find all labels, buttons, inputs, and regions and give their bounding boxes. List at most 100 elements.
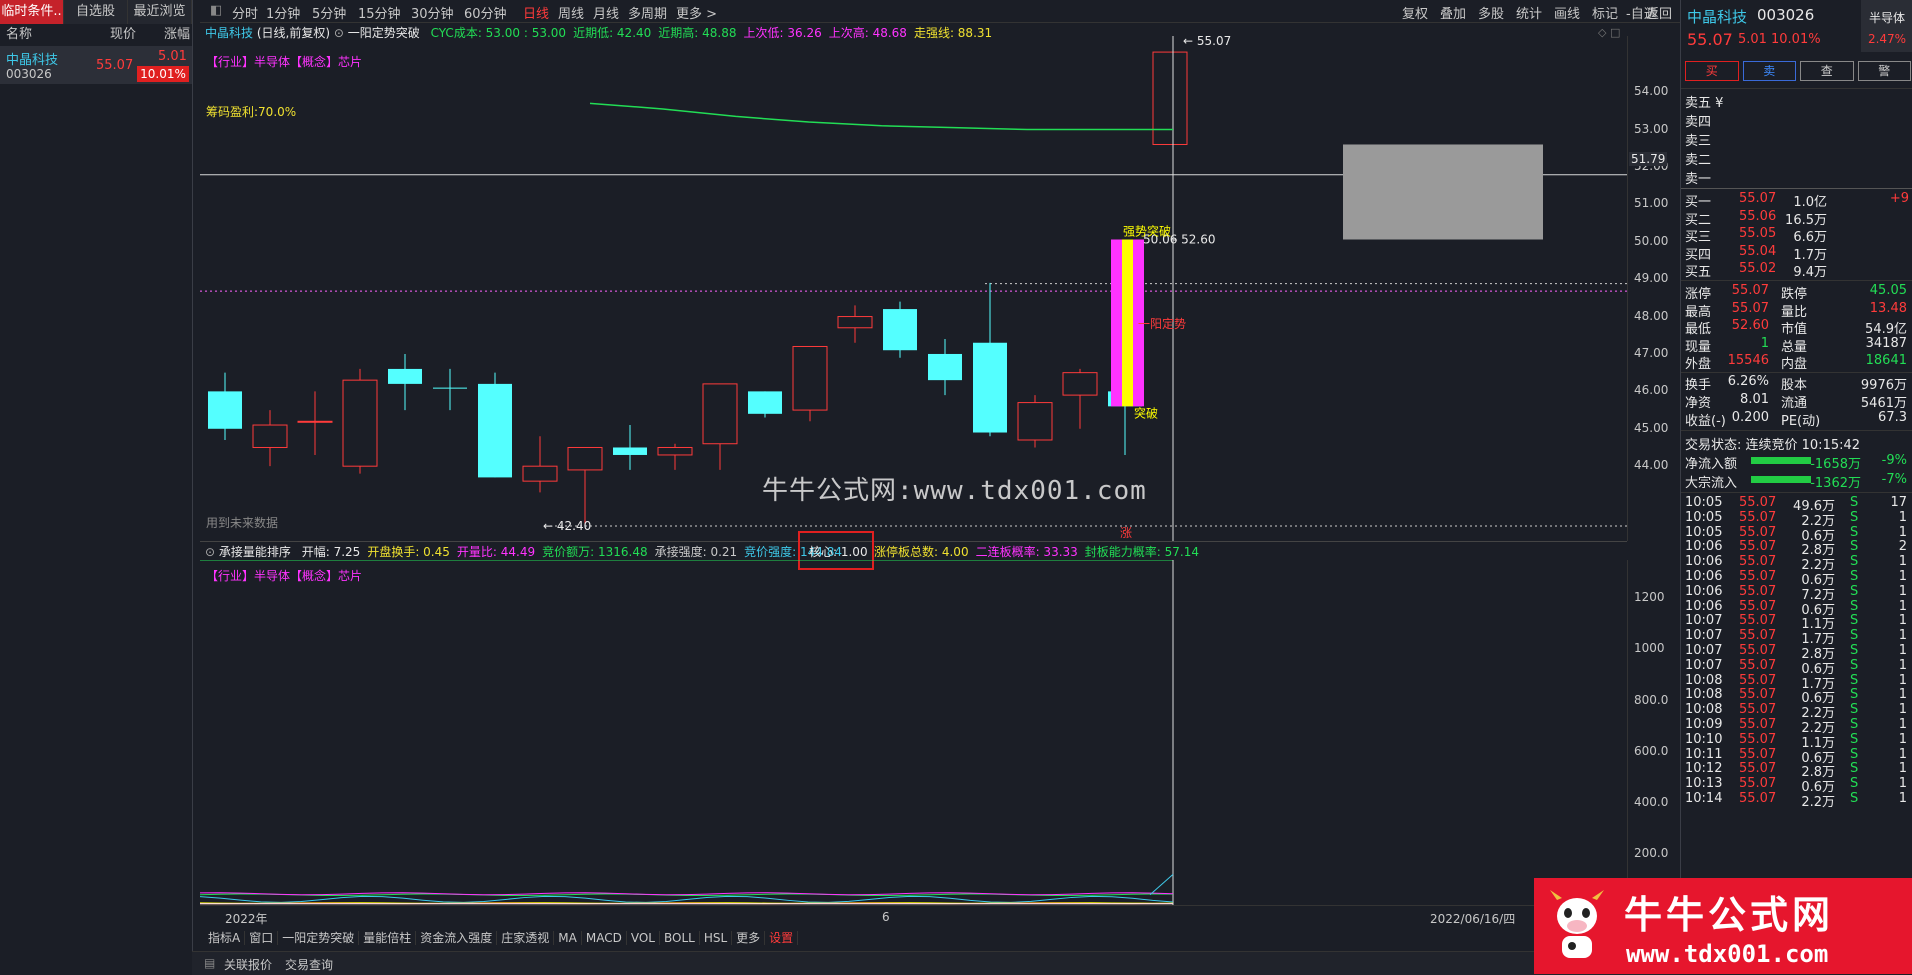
tab-more[interactable]: 更多 >: [676, 3, 717, 22]
quote-price: 55.07: [1687, 30, 1733, 49]
buy-level: 买一 55.07 1.0亿 +9: [1685, 191, 1911, 210]
indicator-tab[interactable]: MACD: [581, 931, 627, 945]
col-name[interactable]: 名称: [0, 24, 66, 46]
indicator-tab[interactable]: 量能倍柱: [359, 931, 417, 945]
buy-level: 买二 55.06 16.5万: [1685, 209, 1911, 228]
quote-value: 8.01: [1740, 392, 1769, 407]
alert-button[interactable]: 警: [1857, 61, 1911, 81]
indicator-tab[interactable]: VOL: [626, 931, 660, 945]
tick-side: S: [1850, 524, 1859, 540]
sub-stat-4: 承接强度: 0.21: [654, 545, 738, 559]
tab-60min[interactable]: 60分钟: [464, 3, 507, 22]
tab-watchlist[interactable]: 自选股: [64, 0, 128, 24]
tick-count: 1: [1898, 613, 1907, 629]
price-tick: 53.00: [1634, 121, 1669, 136]
low-price-label: ← 42.40: [543, 519, 591, 533]
tick-time: 10:14: [1685, 790, 1723, 806]
candle: [342, 368, 378, 474]
tick-count: 1: [1898, 776, 1907, 792]
btn-overlay[interactable]: 叠加: [1440, 3, 1466, 22]
tab-fenshi[interactable]: 分时: [232, 3, 258, 22]
btn-mark[interactable]: 标记: [1592, 3, 1618, 22]
indicator-tab[interactable]: 窗口: [245, 931, 279, 945]
tick-row: 10:07 55.07 2.8万 S 1: [1685, 643, 1911, 662]
tab-multi-period[interactable]: 多周期: [628, 3, 667, 22]
tab-weekly[interactable]: 周线: [558, 3, 584, 22]
box-price-label: - 52.60: [1173, 232, 1216, 246]
tab-monthly[interactable]: 月线: [593, 3, 619, 22]
tick-side: S: [1850, 583, 1859, 599]
tick-price: 55.07: [1739, 790, 1777, 806]
tick-row: 10:06 55.07 0.6万 S 1: [1685, 568, 1911, 588]
tick-price: 55.07: [1739, 598, 1777, 614]
strong-break-label: 强势突破: [1123, 223, 1171, 238]
tick-time: 10:06: [1685, 539, 1723, 555]
tick-count: 1: [1898, 761, 1907, 777]
sub-indicator-name[interactable]: 承接量能排序: [219, 545, 291, 559]
tab-15min[interactable]: 15分钟: [358, 3, 401, 22]
candle: [657, 443, 693, 470]
tab-trade-query[interactable]: 交易查询: [285, 956, 333, 973]
tab-daily[interactable]: 日线: [523, 3, 549, 22]
sub-indicator-toggle-icon[interactable]: ⊙: [205, 545, 215, 559]
sub-stat2-1: 二连板概率: 33.33: [975, 545, 1078, 559]
tick-time: 10:07: [1685, 628, 1723, 644]
tab-5min[interactable]: 5分钟: [312, 3, 346, 22]
list-item[interactable]: 中晶科技 003026 55.07 5.01 10.01%: [0, 46, 192, 84]
quote-value: 55.07: [1731, 300, 1769, 316]
sub-stat-0: 开幅: 7.25: [301, 545, 361, 559]
menu-icon[interactable]: ▤: [204, 956, 215, 970]
btn-stats[interactable]: 统计: [1516, 3, 1542, 22]
indicator-tab[interactable]: 设置: [765, 931, 799, 945]
sell-level-label: 卖五 ¥: [1685, 96, 1724, 111]
indicator-tab[interactable]: 庄家透视: [497, 931, 555, 945]
collapse-icon[interactable]: ◧: [210, 3, 222, 18]
indicator-tab[interactable]: 资金流入强度: [416, 931, 498, 945]
tab-30min[interactable]: 30分钟: [411, 3, 454, 22]
sub-stat-1: 开盘换手: 0.45: [367, 545, 450, 559]
tab-linked-quote[interactable]: 关联报价: [224, 956, 272, 973]
tick-list[interactable]: 10:05 55.07 49.6万 S 17 10:05 55.07 2.2万 S 1 10:05 5…: [1685, 495, 1911, 810]
indicator-tab[interactable]: MA: [554, 931, 582, 945]
quote-row: 最低 52.60 市值 54.9亿: [1685, 318, 1911, 337]
indicator-tab[interactable]: 指标A: [204, 931, 246, 945]
tick-count: 1: [1898, 554, 1907, 570]
tick-row: 10:06 55.07 7.2万 S 1: [1685, 583, 1911, 603]
quote-value: 0.200: [1731, 410, 1769, 425]
indicator-tab[interactable]: BOLL: [659, 931, 700, 945]
tick-time: 10:06: [1685, 568, 1723, 584]
tick-count: 1: [1898, 731, 1907, 747]
col-price[interactable]: 现价: [66, 24, 136, 46]
candlestick-chart[interactable]: ← 55.07← 42.4050.06- 52.60强势突破一阳定势突破涨: [200, 36, 1627, 541]
buy-button[interactable]: 买: [1685, 61, 1739, 81]
indicator-tab[interactable]: 一阳定势突破: [278, 931, 360, 945]
candle: [973, 282, 1007, 437]
tick-side: S: [1850, 790, 1859, 806]
quote-grid-2: 换手 6.26% 股本 9976万 净资 8.01 流通 5461万 收益(-) 0.200 PE(…: [1685, 374, 1911, 429]
sector-badge[interactable]: 半导体 2.47%: [1861, 0, 1912, 52]
tab-recent[interactable]: 最近浏览: [128, 0, 192, 24]
quote-value: 52.60: [1731, 318, 1769, 334]
btn-fuquan[interactable]: 复权: [1402, 3, 1428, 22]
tick-side: S: [1850, 672, 1859, 688]
tick-side: S: [1850, 761, 1859, 777]
btn-back[interactable]: 返回: [1646, 3, 1672, 22]
indicator-tab[interactable]: 更多: [732, 931, 766, 945]
sell-button[interactable]: 卖: [1742, 61, 1796, 81]
quote-value: 9976万: [1860, 378, 1907, 393]
quote-value: 13.48: [1869, 300, 1907, 316]
volume-indicator-chart[interactable]: [200, 560, 1627, 905]
yiyang-label: 一阳定势: [1138, 316, 1186, 331]
flow-bar: [1751, 457, 1811, 464]
btn-draw[interactable]: 画线: [1554, 3, 1580, 22]
col-change[interactable]: 涨幅: [136, 24, 190, 46]
sub-stat2-2: 封板能力概率: 57.14: [1084, 545, 1200, 559]
query-button[interactable]: 查: [1800, 61, 1854, 81]
indicator-tab[interactable]: HSL: [699, 931, 733, 945]
btn-multi-stock[interactable]: 多股: [1478, 3, 1504, 22]
tab-1min[interactable]: 1分钟: [266, 3, 300, 22]
tick-row: 10:08 55.07 2.2万 S 1: [1685, 702, 1911, 721]
period-toolbar: ◧ 分时 1分钟 5分钟 15分钟 30分钟 60分钟 日线 周线 月线 多周期…: [200, 0, 1680, 23]
tab-temp-condition[interactable]: 临时条件..: [0, 0, 64, 24]
flow-value: -1658万: [1810, 457, 1861, 472]
